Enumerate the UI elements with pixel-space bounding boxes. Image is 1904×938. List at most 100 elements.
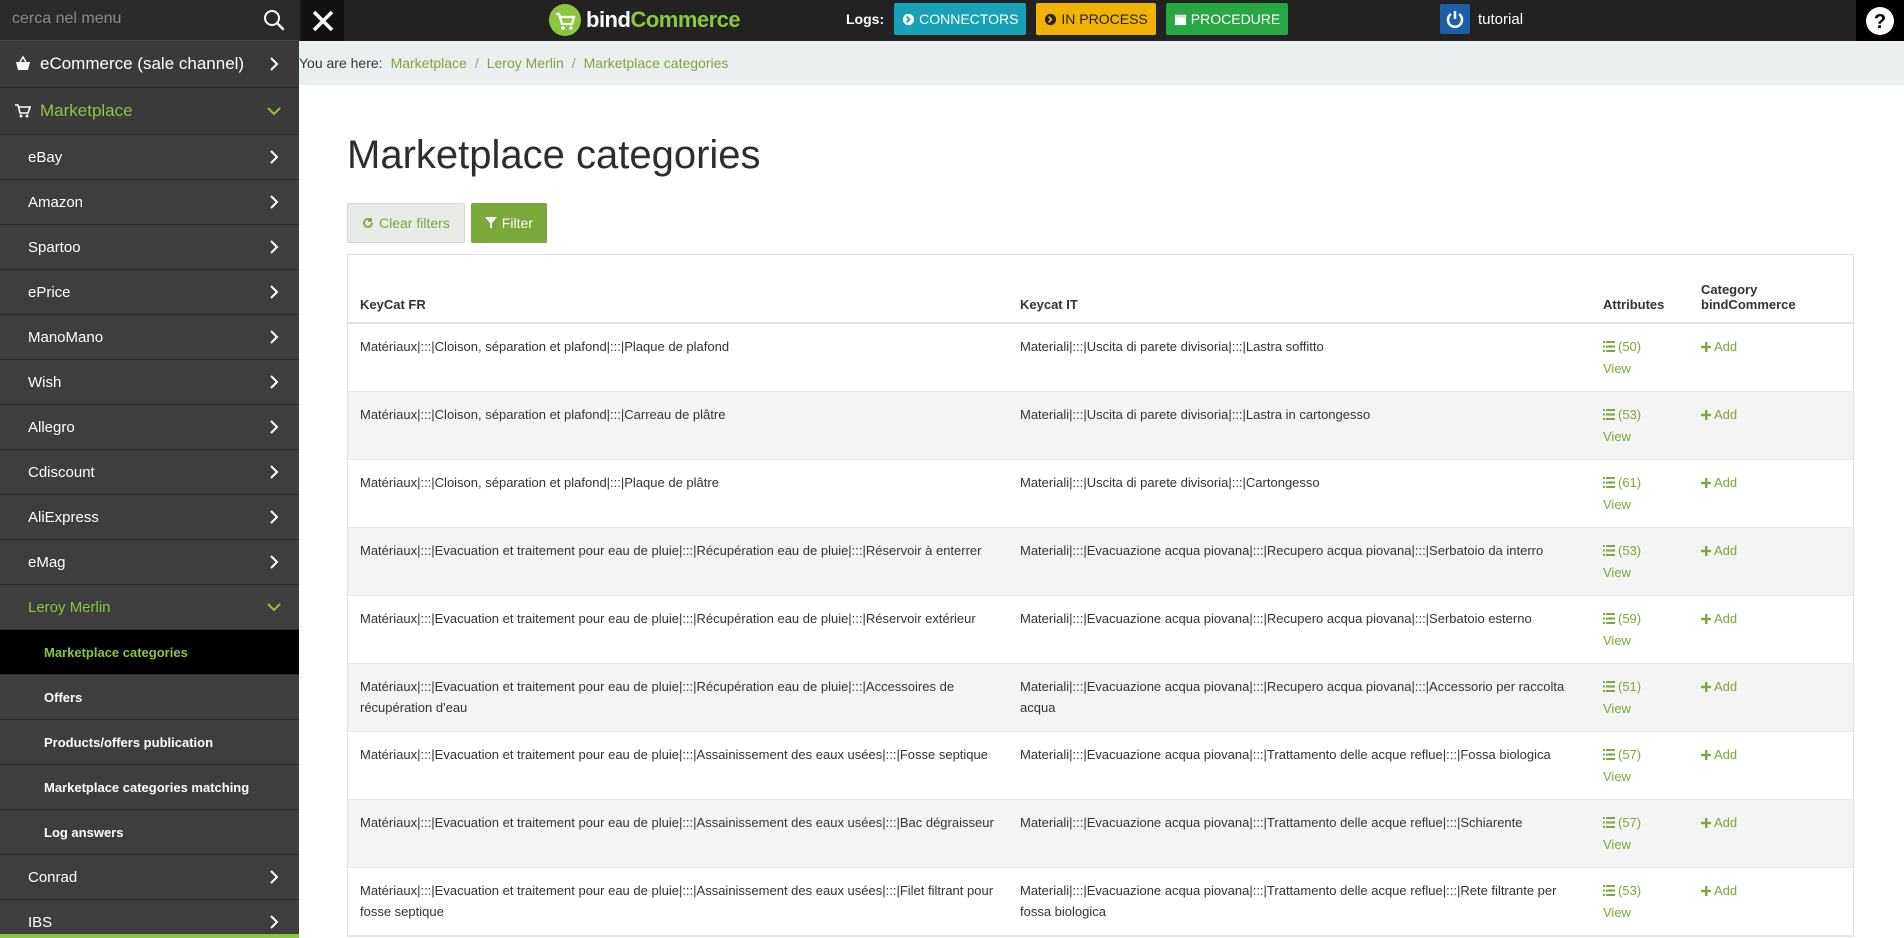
add-category-link[interactable]: Add <box>1701 812 1737 833</box>
cell-category: Add <box>1689 663 1853 732</box>
header-keycat-it[interactable]: Keycat IT <box>1008 255 1591 324</box>
attributes-count-link[interactable]: (53) <box>1603 880 1641 901</box>
sidebar-item-manomano[interactable]: ManoMano <box>0 315 299 360</box>
add-category-link[interactable]: Add <box>1701 608 1737 629</box>
cell-attributes: (50) View <box>1591 323 1689 392</box>
attributes-count-link[interactable]: (53) <box>1603 540 1641 561</box>
attributes-count-link[interactable]: (50) <box>1603 336 1641 357</box>
sidebar-item-cdiscount[interactable]: Cdiscount <box>0 450 299 495</box>
attributes-count-link[interactable]: (59) <box>1603 608 1641 629</box>
sidebar-item-leroy-merlin[interactable]: Leroy Merlin <box>0 585 299 630</box>
table-row: Matériaux|:::|Cloison, séparation et pla… <box>348 323 1853 392</box>
attributes-count-link[interactable]: (51) <box>1603 676 1641 697</box>
add-label: Add <box>1714 883 1738 898</box>
chevron-right-icon <box>270 870 279 884</box>
view-attributes-link[interactable]: View <box>1603 834 1677 855</box>
sidebar-item-allegro[interactable]: Allegro <box>0 405 299 450</box>
sidebar-item-spartoo[interactable]: Spartoo <box>0 225 299 270</box>
chevron-right-icon <box>270 195 279 209</box>
view-attributes-link[interactable]: View <box>1603 494 1677 515</box>
plus-icon <box>1701 885 1711 896</box>
arrow-circle-icon <box>903 13 915 25</box>
breadcrumb-leroy-merlin[interactable]: Leroy Merlin <box>487 55 564 71</box>
sidebar-item-marketplace-categories[interactable]: Marketplace categories <box>0 630 299 675</box>
sidebar-item-amazon[interactable]: Amazon <box>0 180 299 225</box>
bindcommerce-logo[interactable]: bindCommerce <box>548 2 741 38</box>
sidebar-item-offers[interactable]: Offers <box>0 675 299 720</box>
user-menu[interactable]: tutorial <box>1440 4 1523 34</box>
add-category-link[interactable]: Add <box>1701 404 1737 425</box>
close-menu-button[interactable] <box>301 0 344 41</box>
plus-icon <box>1701 681 1711 692</box>
sidebar-item-wish[interactable]: Wish <box>0 360 299 405</box>
sidebar-item-label: Log answers <box>44 824 124 840</box>
chevron-right-icon <box>270 465 279 479</box>
breadcrumb-marketplace[interactable]: Marketplace <box>391 55 467 71</box>
add-category-link[interactable]: Add <box>1701 880 1737 901</box>
table-row: Matériaux|:::|Evacuation et traitement p… <box>348 799 1853 868</box>
add-category-link[interactable]: Add <box>1701 472 1737 493</box>
sidebar-item-ebay[interactable]: eBay <box>0 135 299 180</box>
add-label: Add <box>1714 679 1738 694</box>
procedure-log-button[interactable]: PROCEDURE <box>1165 3 1289 35</box>
logo-text-part1: bind <box>586 7 631 32</box>
view-attributes-link[interactable]: View <box>1603 698 1677 719</box>
header-keycat-fr[interactable]: KeyCat FR <box>348 255 1008 324</box>
attributes-count: (51) <box>1618 679 1642 694</box>
filter-button[interactable]: Filter <box>470 203 547 243</box>
cell-keycat-it: Materiali|:::|Uscita di parete divisoria… <box>1008 459 1591 528</box>
view-attributes-link[interactable]: View <box>1603 630 1677 651</box>
plus-icon <box>1701 749 1711 760</box>
view-attributes-link[interactable]: View <box>1603 426 1677 447</box>
cell-keycat-fr: Matériaux|:::|Evacuation et traitement p… <box>348 663 1008 732</box>
menu-search-input[interactable] <box>12 6 252 32</box>
view-attributes-link[interactable]: View <box>1603 902 1677 923</box>
cell-keycat-it: Materiali|:::|Uscita di parete divisoria… <box>1008 391 1591 460</box>
chevron-right-icon <box>270 285 279 299</box>
connectors-log-label: CONNECTORS <box>919 11 1019 27</box>
logs-group: Logs: CONNECTORS IN PROCESS PROCEDURE <box>846 3 1289 35</box>
in-process-log-button[interactable]: IN PROCESS <box>1036 3 1156 35</box>
sidebar-item-eprice[interactable]: ePrice <box>0 270 299 315</box>
sidebar-item-ibs[interactable]: IBS <box>0 900 299 938</box>
logs-label: Logs: <box>846 11 885 27</box>
sidebar-item-marketplace-categories-matching[interactable]: Marketplace categories matching <box>0 765 299 810</box>
view-attributes-link[interactable]: View <box>1603 358 1677 379</box>
sidebar-item-ecommerce[interactable]: eCommerce (sale channel) <box>0 41 299 88</box>
header-attributes[interactable]: Attributes <box>1591 255 1689 324</box>
add-category-link[interactable]: Add <box>1701 336 1737 357</box>
close-icon <box>312 10 333 31</box>
sidebar-item-conrad[interactable]: Conrad <box>0 855 299 900</box>
attributes-count-link[interactable]: (57) <box>1603 744 1641 765</box>
search-icon[interactable] <box>262 8 286 32</box>
attributes-count-link[interactable]: (57) <box>1603 812 1641 833</box>
sidebar-item-log-answers[interactable]: Log answers <box>0 810 299 855</box>
add-category-link[interactable]: Add <box>1701 744 1737 765</box>
table-row: Matériaux|:::|Cloison, séparation et pla… <box>348 391 1853 460</box>
attributes-count: (59) <box>1618 611 1642 626</box>
attributes-count-link[interactable]: (53) <box>1603 404 1641 425</box>
sidebar-item-marketplace[interactable]: Marketplace <box>0 88 299 135</box>
add-category-link[interactable]: Add <box>1701 676 1737 697</box>
view-attributes-link[interactable]: View <box>1603 766 1677 787</box>
breadcrumb-marketplace-categories[interactable]: Marketplace categories <box>584 55 729 71</box>
sidebar-item-emag[interactable]: eMag <box>0 540 299 585</box>
header-category-bindcommerce[interactable]: Category bindCommerce <box>1689 255 1853 324</box>
view-attributes-link[interactable]: View <box>1603 562 1677 583</box>
add-category-link[interactable]: Add <box>1701 540 1737 561</box>
sidebar-item-products-offers-publication[interactable]: Products/offers publication <box>0 720 299 765</box>
cell-category: Add <box>1689 459 1853 528</box>
attributes-count-link[interactable]: (61) <box>1603 472 1641 493</box>
power-icon[interactable] <box>1440 4 1470 34</box>
chevron-right-icon <box>270 240 279 254</box>
cell-keycat-fr: Matériaux|:::|Evacuation et traitement p… <box>348 731 1008 800</box>
breadcrumb-separator: / <box>571 55 576 71</box>
help-button[interactable]: ? <box>1856 0 1904 41</box>
sidebar-item-aliexpress[interactable]: AliExpress <box>0 495 299 540</box>
table-header-row: KeyCat FR Keycat IT Attributes Category … <box>348 255 1853 324</box>
sidebar-item-label: Marketplace <box>40 101 133 120</box>
connectors-log-button[interactable]: CONNECTORS <box>894 3 1027 35</box>
plus-icon <box>1701 341 1711 352</box>
clear-filters-button[interactable]: Clear filters <box>347 203 465 243</box>
plus-icon <box>1701 613 1711 624</box>
